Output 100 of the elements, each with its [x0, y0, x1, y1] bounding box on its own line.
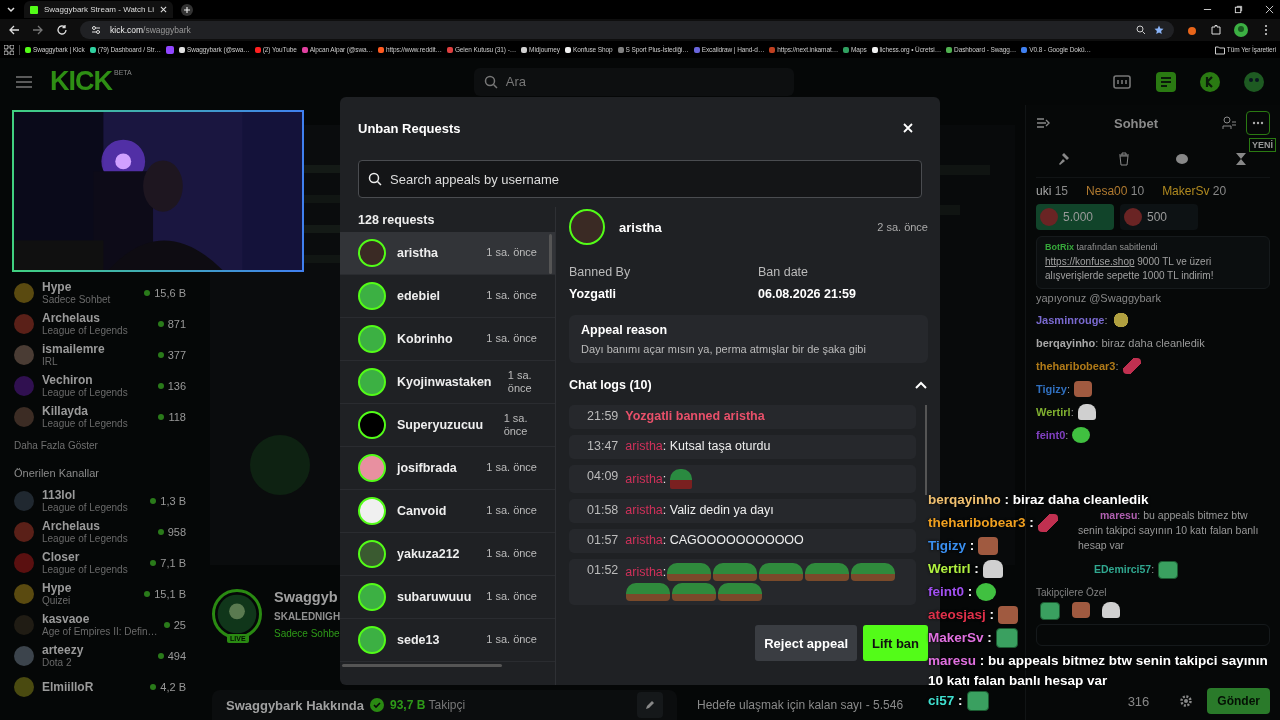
emote-icon	[998, 606, 1019, 625]
channel-item[interactable]: Hype Quizei 15,1 B	[14, 578, 186, 609]
folder-icon	[1214, 44, 1225, 55]
channel-item[interactable]: 113lol League of Legends 1,3 B	[14, 485, 186, 516]
trash-icon[interactable]	[1116, 152, 1131, 166]
chat-message: MakerSv :	[928, 628, 1018, 651]
pencil-icon	[644, 699, 656, 711]
chat-bubble-icon[interactable]	[1175, 152, 1190, 166]
chat-message: berqayinho: biraz daha cleanledik	[1036, 335, 1206, 351]
link[interactable]: https://konfuse.shop	[1045, 256, 1135, 267]
pinned-message: BotRix tarafından sabitlendi https://konfuse.shop 9000 TL ve üzeri alışverişlerde sepette 1000 TL indirim!	[1036, 236, 1270, 289]
about-title: Swaggybark Hakkında	[226, 697, 364, 713]
kick-logo[interactable]: KICK	[50, 66, 112, 97]
hourglass-icon[interactable]	[1233, 152, 1248, 166]
emote-icon[interactable]	[1102, 602, 1120, 618]
section-title: Takipçilere Özel	[1036, 587, 1107, 598]
star-icon[interactable]	[1154, 25, 1164, 35]
close-icon[interactable]	[1265, 5, 1274, 14]
gift-pill[interactable]: 500	[1120, 204, 1198, 230]
address-field[interactable]: kick.com/swaggybark	[80, 21, 1174, 39]
leaderboard-entry: uki 15	[1036, 184, 1069, 198]
emote-icon	[718, 583, 763, 601]
show-more-link[interactable]: Daha Fazla Göster	[14, 440, 186, 451]
leaderboard-entry: Nesa00 10	[1086, 184, 1145, 198]
goal-text: Hedefe ulaşmak için kalan sayı - 5.546	[697, 697, 904, 714]
new-badge: YENİ	[1249, 138, 1276, 152]
leaderboard-entry: MakerSv 20	[1162, 184, 1227, 198]
zoom-icon[interactable]	[1136, 25, 1146, 35]
points-count: 316	[1127, 693, 1150, 709]
tab-list-icon[interactable]	[6, 4, 16, 15]
emote-icon	[966, 691, 989, 712]
new-tab-icon[interactable]	[180, 3, 193, 16]
channel-item[interactable]: Vechiron League of Legends 136	[14, 370, 186, 401]
emote-icon	[976, 583, 997, 602]
request-item[interactable]: sede13 1 sa. önce	[340, 619, 555, 662]
chat-message: feint0 :	[928, 582, 997, 605]
dashboard-icon[interactable]	[1156, 71, 1176, 92]
emote-icon	[1122, 357, 1141, 374]
channel-item[interactable]: ismailemre IRL 377	[14, 339, 186, 370]
emote-icon	[626, 583, 671, 601]
more-button[interactable]	[1246, 111, 1270, 135]
chat-message: ateosjasj :	[928, 605, 1019, 628]
channel-item[interactable]: Killayda League of Legends 118	[14, 401, 186, 432]
close-icon[interactable]	[159, 6, 167, 13]
browser-tab[interactable]: Swaggybark Stream - Watch Li	[24, 1, 173, 18]
forward-icon[interactable]	[32, 24, 44, 36]
chat-title: Sohbet	[1112, 115, 1160, 131]
channel-item[interactable]: arteezy Dota 2 494	[14, 640, 186, 671]
send-button[interactable]: Gönder	[1207, 688, 1270, 714]
channel-name: Swaggyb	[274, 589, 339, 605]
apps-icon[interactable]	[4, 44, 14, 55]
edit-button[interactable]	[637, 692, 663, 718]
emote-icon	[995, 628, 1018, 649]
emote-icon	[672, 583, 717, 601]
site-settings-icon[interactable]	[90, 24, 102, 36]
verified-icon	[370, 698, 384, 712]
restore-icon[interactable]	[1234, 5, 1243, 14]
chat-message: yapıyonuz @Swaggybark	[1036, 292, 1162, 304]
chat-message: EDemirci57:	[1078, 561, 1270, 579]
follower-count: 93,7 B Takipçi	[390, 698, 466, 712]
emote-icon	[1074, 380, 1093, 397]
request-item[interactable]: subaruwuuu 1 sa. önce	[340, 576, 555, 619]
more-icon	[1252, 121, 1264, 125]
chat-message: ci57 :	[928, 691, 989, 714]
search-icon	[483, 74, 498, 89]
emote-icon[interactable]	[1040, 602, 1060, 620]
emote-icon	[1077, 403, 1096, 420]
profile-avatar[interactable]	[1234, 23, 1248, 37]
channel-item[interactable]: ElmiilloR 4,2 B	[14, 671, 186, 702]
chat-message: maresu: bu appeals bitmez btw senin takipci sayının 10 katı falan banlı hesap var	[1078, 508, 1260, 553]
chat-message: Jasminrouge:	[1036, 308, 1270, 331]
back-icon[interactable]	[8, 24, 20, 36]
channel-item[interactable]: Archelaus League of Legends 871	[14, 308, 186, 339]
emote-icon	[1037, 514, 1058, 533]
chat-message: maresu : bu appeals bitmez btw senin takipci sayının 10 katı falan banlı hesap var	[928, 652, 1269, 690]
coin-icon[interactable]	[1200, 71, 1220, 92]
gift-pill[interactable]: 5.000	[1036, 204, 1114, 230]
chat-message: Wertirl:	[1036, 400, 1270, 423]
channel-item[interactable]: kasvaoe Age of Empires II: Defin… 25	[14, 609, 186, 640]
reject-button[interactable]: Reject appeal	[755, 625, 858, 661]
chat-message: Tigizy:	[1036, 377, 1270, 400]
extension-icon[interactable]	[1186, 24, 1198, 36]
section-title: Önerilen Kanallar	[14, 467, 100, 479]
stream-title: SKALEDNIGH	[274, 611, 341, 622]
channel-item[interactable]: Archelaus League of Legends 958	[14, 516, 186, 547]
reload-icon[interactable]	[56, 24, 68, 36]
chat-message: theharibobear3:	[1036, 354, 1270, 377]
channel-item[interactable]: Hype Sadece Sohbet 15,6 B	[14, 277, 186, 308]
collapse-icon[interactable]	[1036, 116, 1050, 130]
lift-ban-button[interactable]: Lift ban	[863, 625, 928, 661]
search-field[interactable]: Ara	[473, 67, 794, 96]
users-icon[interactable]	[1222, 116, 1236, 130]
chat-message: feint0:	[1036, 423, 1270, 446]
emote-icon	[1072, 426, 1091, 443]
bookmark-icon[interactable]	[165, 45, 174, 54]
emote-icon	[1111, 311, 1130, 328]
stream-category[interactable]: Sadece Sohbe	[274, 628, 341, 639]
settings-icon[interactable]	[1179, 694, 1194, 708]
emote-icon	[1158, 561, 1179, 579]
channel-item[interactable]: Closer League of Legends 7,1 B	[14, 547, 186, 578]
